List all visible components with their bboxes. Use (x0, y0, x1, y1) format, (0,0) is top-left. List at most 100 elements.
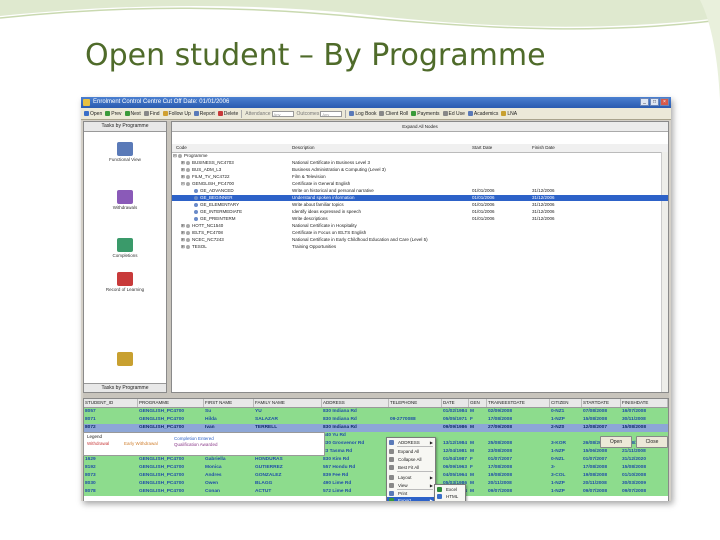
menu-item-print[interactable]: Print (387, 490, 435, 497)
toolbar-button-payments[interactable]: Payments (411, 111, 440, 117)
tree-column-finish-date[interactable]: Finish Date (532, 144, 555, 152)
toolbar-button-delete[interactable]: Delete (217, 111, 238, 117)
grid-column-family-name[interactable]: FAMILY NAME (254, 399, 322, 407)
student-family: ACTUT (255, 489, 272, 494)
menu-item-label: Layout (398, 475, 412, 480)
tree-node-description: Identify ideas expressed in speech (292, 209, 362, 214)
close-icon[interactable]: × (660, 98, 669, 106)
outcomes-select[interactable]: Any (320, 110, 343, 117)
student-row[interactable]: 8057 GENGLISH_PC4700 Su YU 830 Indiana Rd 01/… (84, 408, 668, 416)
menu-item-address[interactable]: ADDRESS ▶ (387, 439, 435, 446)
grid-column-traineestdate[interactable]: TRAINEESTDATE (487, 399, 550, 407)
toolbar-button-lna[interactable]: LNA (501, 111, 517, 117)
tree-row[interactable]: GE_INTERMEDIATE Identify ideas expressed … (172, 209, 668, 215)
toolbar-button-follow-up[interactable]: Follow Up (162, 111, 191, 117)
grid-column-first-name[interactable]: FIRST NAME (204, 399, 254, 407)
tree-row[interactable]: ⊞ HOTT_NC1540 National Certificate in Hosp… (172, 223, 668, 229)
tree-expander-icon[interactable]: ⊞ (181, 167, 185, 173)
tree-column-start-date[interactable]: Start Date (472, 144, 492, 152)
student-row[interactable]: 1629 GENGLISH_PC4700 Gabriella HONDURAS 830 … (84, 456, 668, 464)
task-item-completions[interactable]: Completions (84, 238, 166, 258)
student-row[interactable]: 8192 GENGLISH_PC4700 Monica GUTIERREZ 557 Ho… (84, 464, 668, 472)
student-row[interactable]: 8078 GENGLISH_PC4700 Conan ACTUT 572 Lime Rd… (84, 488, 668, 496)
tree-row[interactable]: GE_ADVANCED Write on historical and perso… (172, 188, 668, 194)
student-finish: 16/07/2008 (622, 409, 647, 414)
attendance-select[interactable]: Any (271, 110, 294, 117)
expand-all-nodes-button[interactable]: Expand All Nodes (172, 122, 668, 132)
tree-row[interactable]: GE_PREINTERM Write descriptions 01/01/2006… (172, 216, 668, 222)
grid-column-telephone[interactable]: TELEPHONE (389, 399, 442, 407)
tree-node-description: Write about familiar topics (292, 202, 344, 207)
submenu-item-excel[interactable]: Excel (435, 486, 465, 493)
tree-expander-icon[interactable]: ⊞ (181, 174, 185, 180)
student-row[interactable]: 8073 GENGLISH_PC4700 Andres GONZALEZ 839 Fee… (84, 472, 668, 480)
tree-expander-icon[interactable]: ⊞ (181, 230, 185, 236)
tree-column-code[interactable]: Code (176, 144, 187, 152)
menu-item-collapse-all[interactable]: Collapse All (387, 456, 435, 463)
tree-node-code: GE_ELEMENTARY (200, 202, 240, 207)
tree-row[interactable]: ⊟ Programme (172, 153, 668, 159)
menu-item-expand-all[interactable]: Expand All (387, 448, 435, 455)
menu-separator (397, 446, 433, 447)
toolbar-button-prev[interactable]: Prev (105, 111, 122, 117)
tree-row[interactable]: ⊞ BUS_ADM_L3 Business Administration & Com… (172, 167, 668, 173)
student-row[interactable]: 8071 GENGLISH_PC4700 Hilda SALAZAR 830 India… (84, 416, 668, 424)
toolbar-button-academics[interactable]: Academics (467, 111, 498, 117)
student-row[interactable]: 8072 GENGLISH_PC4700 Ivan TERRELL 830 Indian… (84, 424, 668, 432)
tree-row[interactable]: ⊞ TESOL Training Opportunities (172, 244, 668, 250)
open-button[interactable]: Open (600, 436, 632, 448)
tree-row[interactable]: ⊞ IELTS_PC4708 Certificate in Focus on IEL… (172, 230, 668, 236)
tree-row[interactable]: GE_ELEMENTARY Write about familiar topics… (172, 202, 668, 208)
tree-row[interactable]: ⊟ GENGLISH_PC4700 Certificate in General E… (172, 181, 668, 187)
grid-column-programme[interactable]: PROGRAMME (138, 399, 204, 407)
student-row[interactable]: 8030GENGLISH_PC4700OwenBLAGG490 Lime Rd0… (84, 480, 668, 488)
submenu-item-text[interactable]: Text (435, 500, 465, 501)
grid-column-student-id[interactable]: STUDENT_ID (84, 399, 138, 407)
toolbar-button-label: Find (149, 110, 160, 117)
tree-expander-icon[interactable]: ⊞ (181, 160, 185, 166)
menu-item-export[interactable]: Export ▶ (387, 497, 435, 501)
tree-row[interactable]: ⊞ FILM_TV_NC4722 Film & Television (172, 174, 668, 180)
menu-item-layout[interactable]: Layout ▶ (387, 474, 435, 481)
tree-node-start-date: 01/01/2006 (472, 216, 495, 221)
toolbar-button-open[interactable]: Open (84, 111, 102, 117)
grid-column-address[interactable]: ADDRESS (322, 399, 389, 407)
task-item-functional-view[interactable]: Functional View (84, 142, 166, 162)
tree-expander-icon[interactable]: ⊞ (181, 223, 185, 229)
minimize-icon[interactable]: _ (640, 98, 649, 106)
menu-item-view[interactable]: View ▶ (387, 482, 435, 489)
menu-item-best-fit-all[interactable]: Best Fit All (387, 464, 435, 471)
task-item-extra[interactable] (84, 352, 166, 367)
task-item-withdrawals[interactable]: Withdrawals (84, 190, 166, 210)
grid-column-startdate[interactable]: STARTDATE (582, 399, 621, 407)
tree-expander-icon[interactable]: ⊟ (173, 153, 177, 159)
tree-expander-icon[interactable]: ⊟ (181, 181, 185, 187)
tree-column-description[interactable]: Description (292, 144, 315, 152)
close-button[interactable]: Close (636, 436, 668, 448)
tree-expander-icon[interactable]: ⊞ (181, 237, 185, 243)
toolbar-button-next[interactable]: Next (124, 111, 141, 117)
student-cit: 1-NZP (551, 489, 565, 494)
task-item-record-of-learning[interactable]: Record of Learning (84, 272, 166, 292)
submenu-arrow-icon: ▶ (429, 498, 433, 501)
toolbar-button-client-roll[interactable]: Client Roll (379, 111, 408, 117)
app-screenshot: Enrolment Control Centre Cut Off Date: 0… (81, 97, 671, 501)
tree-row[interactable]: ⊞ BUSINESS_NC4703 National Certificate in … (172, 160, 668, 166)
toolbar-button-report[interactable]: Report (193, 111, 215, 117)
toolbar-button-find[interactable]: Find (143, 110, 160, 117)
grid-column-date[interactable]: DATE (442, 399, 469, 407)
window-titlebar: Enrolment Control Centre Cut Off Date: 0… (81, 97, 671, 108)
student-prog: GENGLISH_PC4700 (139, 425, 185, 430)
submenu-item-html[interactable]: HTML (435, 493, 465, 500)
tree-node-description: National Certificate in Business Level 3 (292, 160, 371, 165)
tree-expander-icon[interactable]: ⊞ (181, 244, 185, 250)
toolbar-button-log-book[interactable]: Log Book (349, 111, 376, 117)
maximize-icon[interactable]: □ (650, 98, 659, 106)
tree-row[interactable]: GE_BEGINNER Understand spoken information… (172, 195, 668, 201)
toolbar-button-ed-use[interactable]: Ed Use (442, 111, 465, 117)
grid-column-gen[interactable]: GEN (469, 399, 487, 407)
tasks-panel-footer[interactable]: Tasks by Programme (84, 383, 166, 392)
tree-row[interactable]: ⊞ NCEC_NC7243 National Certificate in Earl… (172, 237, 668, 243)
grid-column-citizen[interactable]: CITIZEN (550, 399, 582, 407)
grid-column-finishdate[interactable]: FINISHDATE (621, 399, 668, 407)
